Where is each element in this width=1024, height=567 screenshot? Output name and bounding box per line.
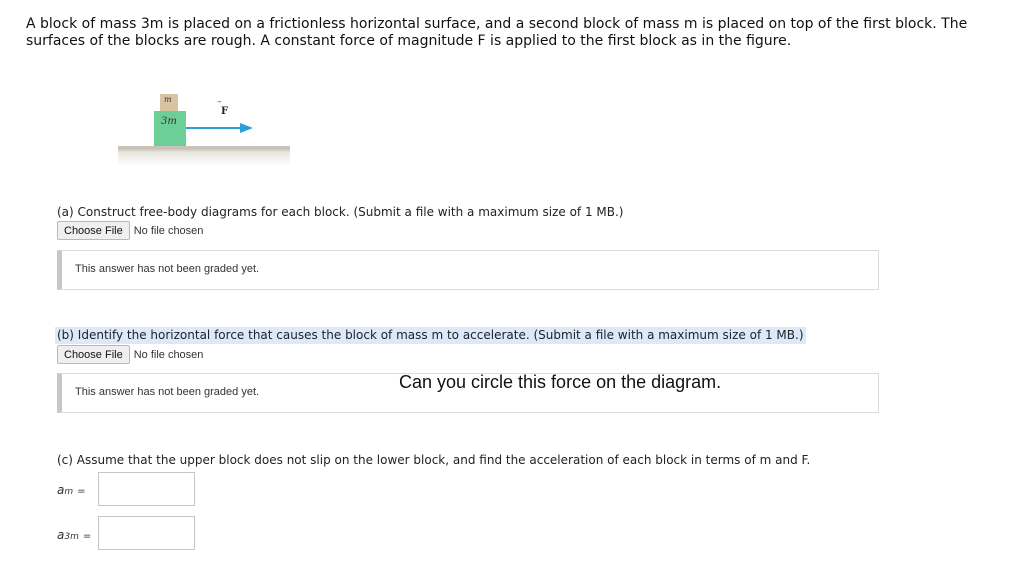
part-a-grade-box: This answer has not been graded yet. [57,250,879,290]
force-label: F [221,106,229,117]
a-m-equals: = [77,486,86,497]
part-b-choose-file-button[interactable]: Choose File [57,345,130,364]
a-m-sub: m [64,487,74,497]
force-arrow-head-icon [240,123,253,133]
large-block-label: 3m [161,116,177,127]
part-b-file-upload: Choose File No file chosen [57,345,203,364]
part-b-file-status: No file chosen [133,348,204,361]
small-block-m: m [160,94,178,111]
a-3m-answer-input[interactable] [98,516,195,550]
student-note: Can you circle this force on the diagram… [399,372,722,392]
small-block-label: m [164,95,172,104]
horizontal-surface [118,146,290,166]
part-a-file-upload: Choose File No file chosen [57,221,203,240]
part-c-label: (c) Assume that the upper block does not… [57,453,811,467]
a-3m-equals: = [82,531,92,542]
part-a-file-status: No file chosen [133,224,204,237]
problem-statement: A block of mass 3m is placed on a fricti… [26,16,968,49]
part-b-label: (b) Identify the horizontal force that c… [55,327,806,344]
block-diagram-figure: m 3m ⃗ F [118,92,293,168]
part-a-choose-file-button[interactable]: Choose File [57,221,130,240]
a-m-answer-input[interactable] [98,472,195,506]
part-b-grade-status: This answer has not been graded yet. [75,386,260,398]
part-a-label: (a) Construct free-body diagrams for eac… [57,205,624,219]
a-m-label: am = [57,483,86,497]
force-arrow-shaft [186,127,242,129]
part-a-grade-status: This answer has not been graded yet. [75,263,260,275]
a-3m-sub: 3m [64,532,79,542]
large-block-3m: 3m [154,111,186,146]
a-3m-label: a3m = [57,528,91,542]
